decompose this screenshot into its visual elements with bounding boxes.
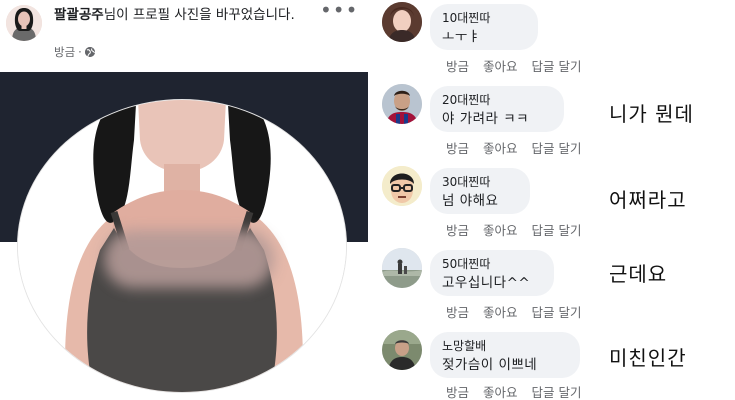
post-author-name[interactable]: 팔괄공주 <box>54 7 104 23</box>
comment-actions: 방금 좋아요 답글 달기 <box>446 56 582 75</box>
more-horizontal-icon[interactable]: ••• <box>320 0 357 24</box>
post-time[interactable]: 방금 <box>54 44 75 60</box>
post-text: 팔괄공주님이 프로필 사진을 바꾸었습니다. <box>54 5 304 25</box>
reply-button[interactable]: 답글 달기 <box>532 302 582 321</box>
comment-bubble: 10대찐따 ㅗㅜㅑ <box>430 4 538 50</box>
censor-blur <box>104 230 274 288</box>
commenter-avatar[interactable] <box>382 84 422 124</box>
comment-author[interactable]: 20대찐따 <box>442 92 552 108</box>
comment-caption: 미친인간 <box>609 346 687 370</box>
comment-author[interactable]: 10대찐따 <box>442 10 526 26</box>
comment-time[interactable]: 방금 <box>446 220 469 239</box>
comment-text: 고우십니다^^ <box>442 275 531 291</box>
comment-text: 넘 야해요 <box>442 193 499 209</box>
comment-author[interactable]: 50대찐따 <box>442 256 542 272</box>
comment-author[interactable]: 노망할배 <box>442 338 568 354</box>
like-button[interactable]: 좋아요 <box>483 56 518 75</box>
comment-bubble: 30대찐따 넘 야해요 <box>430 168 530 214</box>
comment-caption: 근데요 <box>609 262 668 286</box>
reply-button[interactable]: 답글 달기 <box>532 220 582 239</box>
comment-item: 30대찐따 넘 야해요 방금 좋아요 답글 달기 어쩌라고 <box>372 164 735 244</box>
comment-time[interactable]: 방금 <box>446 56 469 75</box>
reply-button[interactable]: 답글 달기 <box>532 138 582 157</box>
like-button[interactable]: 좋아요 <box>483 220 518 239</box>
reply-button[interactable]: 답글 달기 <box>532 382 582 400</box>
comment-text: 젖가슴이 이쁘네 <box>442 357 538 373</box>
like-button[interactable]: 좋아요 <box>483 138 518 157</box>
comment-actions: 방금 좋아요 답글 달기 <box>446 382 582 400</box>
comment-caption: 어쩌라고 <box>609 188 687 212</box>
comment-text: 야 가려라 ㅋㅋ <box>442 111 530 127</box>
comment-text: ㅗㅜㅑ <box>442 29 481 45</box>
comment-item: 50대찐따 고우십니다^^ 방금 좋아요 답글 달기 근데요 <box>372 246 735 326</box>
comment-item: 노망할배 젖가슴이 이쁘네 방금 좋아요 답글 달기 미친인간 <box>372 328 735 400</box>
comment-actions: 방금 좋아요 답글 달기 <box>446 220 582 239</box>
comments-panel: 10대찐따 ㅗㅜㅑ 방금 좋아요 답글 달기 20대찐따 야 가려라 ㅋㅋ 방금… <box>372 0 735 400</box>
comment-time[interactable]: 방금 <box>446 138 469 157</box>
comment-actions: 방금 좋아요 답글 달기 <box>446 138 582 157</box>
commenter-avatar[interactable] <box>382 330 422 370</box>
profile-post-panel: 팔괄공주님이 프로필 사진을 바꾸었습니다. 방금 · ••• <box>0 0 368 400</box>
globe-icon[interactable] <box>84 47 95 57</box>
author-avatar[interactable] <box>6 5 42 41</box>
comment-item: 20대찐따 야 가려라 ㅋㅋ 방금 좋아요 답글 달기 니가 뭔데 <box>372 82 735 162</box>
like-button[interactable]: 좋아요 <box>483 382 518 400</box>
profile-photo[interactable] <box>18 100 346 392</box>
comment-bubble: 50대찐따 고우십니다^^ <box>430 250 554 296</box>
comment-author[interactable]: 30대찐따 <box>442 174 518 190</box>
meta-separator: · <box>78 45 82 59</box>
like-button[interactable]: 좋아요 <box>483 302 518 321</box>
comment-actions: 방금 좋아요 답글 달기 <box>446 302 582 321</box>
comment-time[interactable]: 방금 <box>446 382 469 400</box>
post-meta: 방금 · <box>54 44 95 60</box>
post-action-text: 님이 프로필 사진을 바꾸었습니다. <box>103 7 295 23</box>
comment-item: 10대찐따 ㅗㅜㅑ 방금 좋아요 답글 달기 <box>372 0 735 80</box>
reply-button[interactable]: 답글 달기 <box>532 56 582 75</box>
post-header: 팔괄공주님이 프로필 사진을 바꾸었습니다. 방금 · ••• <box>0 0 368 72</box>
comment-bubble: 노망할배 젖가슴이 이쁘네 <box>430 332 580 378</box>
comment-time[interactable]: 방금 <box>446 302 469 321</box>
commenter-avatar[interactable] <box>382 2 422 42</box>
commenter-avatar[interactable] <box>382 248 422 288</box>
commenter-avatar[interactable] <box>382 166 422 206</box>
comment-bubble: 20대찐따 야 가려라 ㅋㅋ <box>430 86 564 132</box>
comment-caption: 니가 뭔데 <box>609 102 694 126</box>
